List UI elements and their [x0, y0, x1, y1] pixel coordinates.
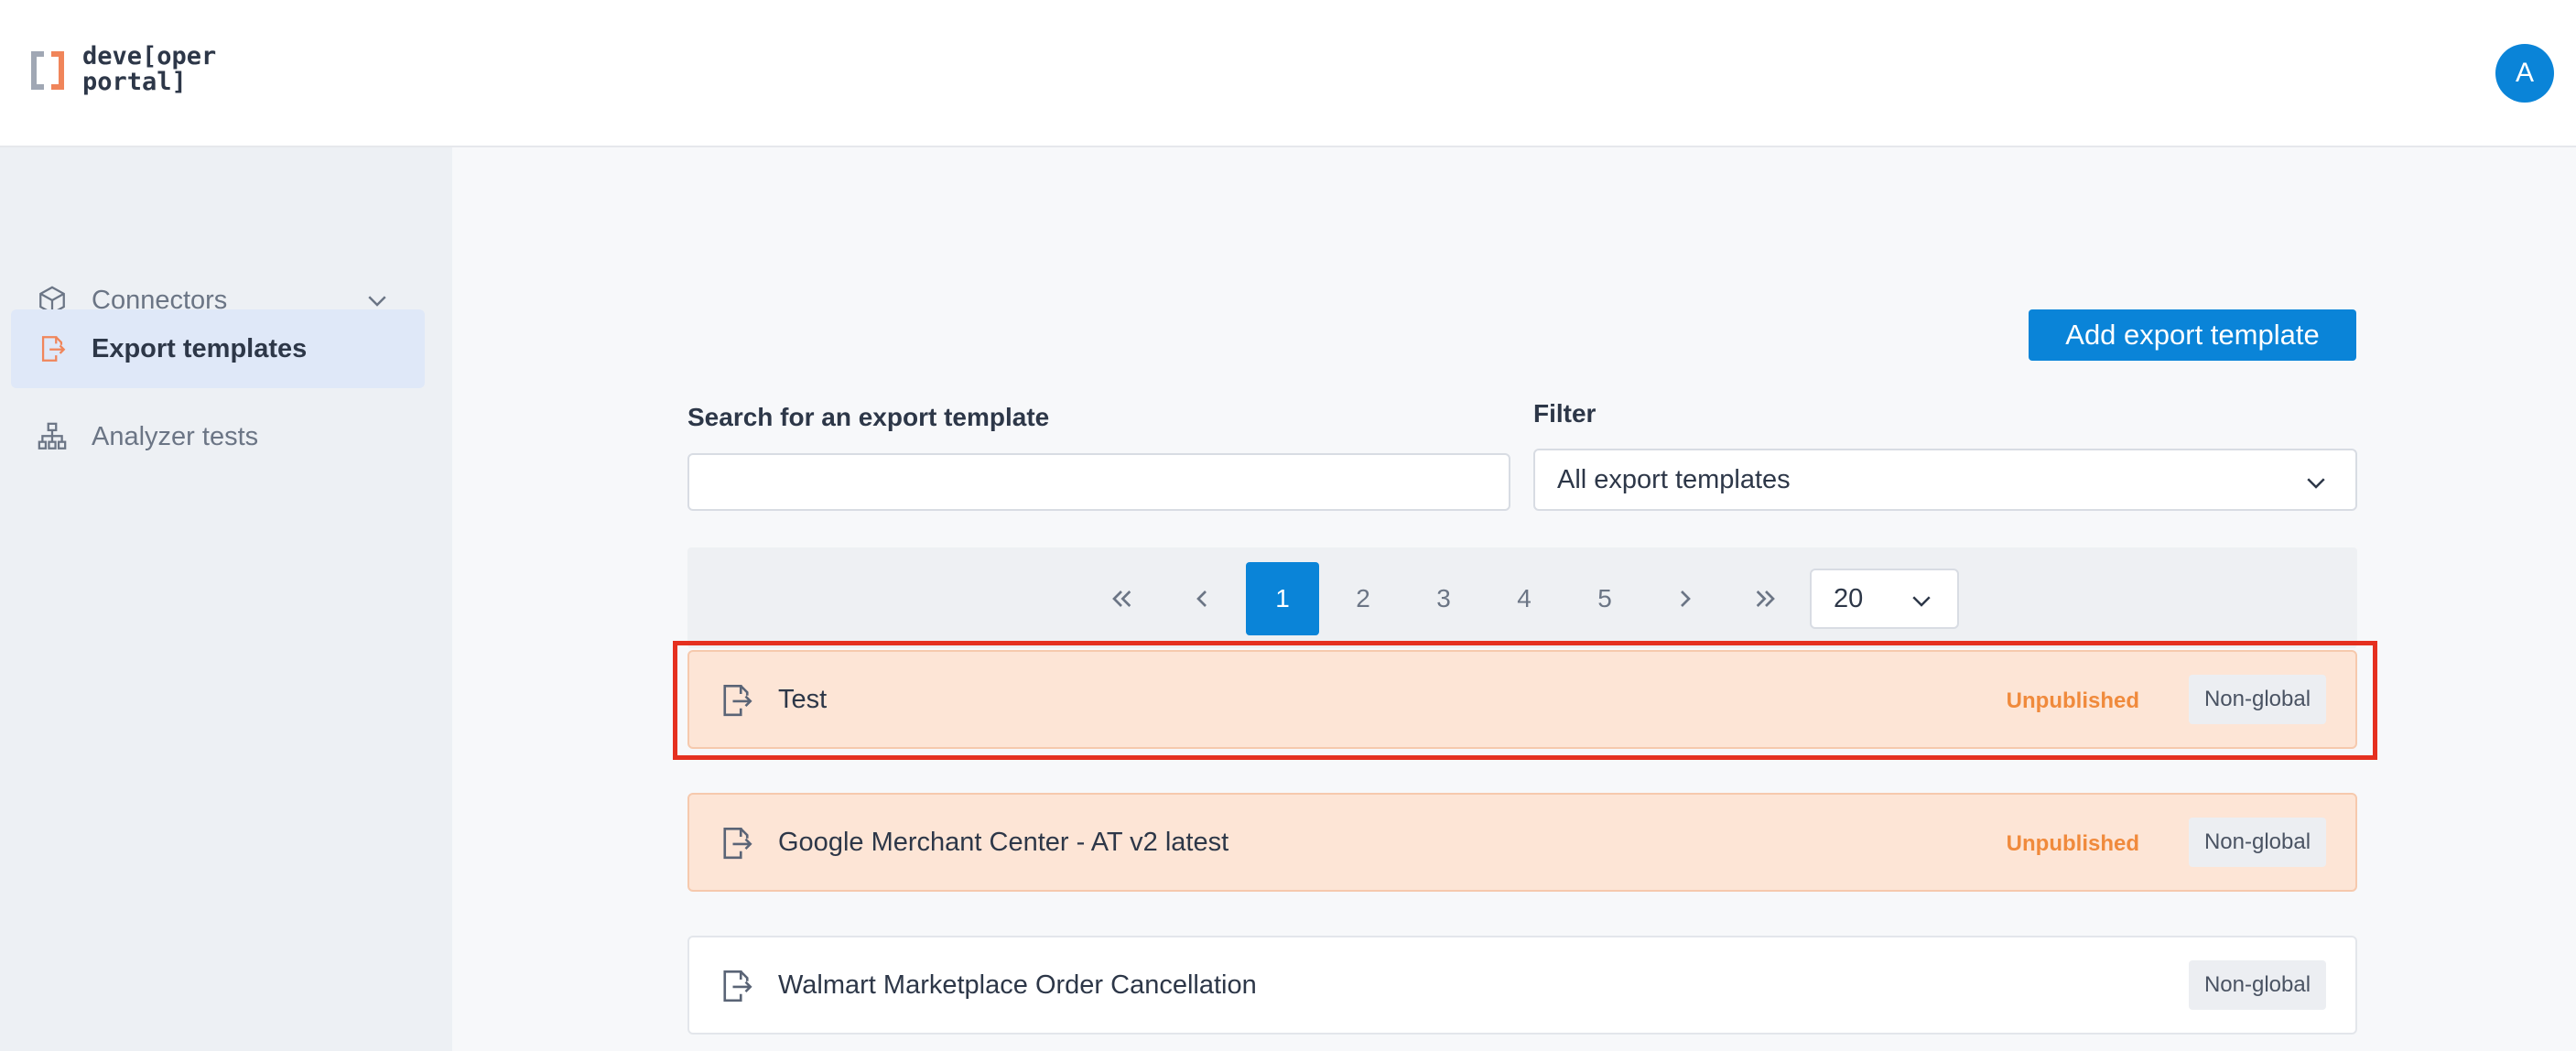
template-row[interactable]: Google Merchant Center - AT v2 latest Un… — [687, 793, 2357, 892]
template-name: Google Merchant Center - AT v2 latest — [778, 828, 1229, 857]
logo-line-2: portal] — [82, 68, 187, 96]
logo-text: deve[oper portal] — [82, 44, 216, 95]
highlight-box — [673, 641, 2377, 760]
avatar-initial: A — [2515, 58, 2534, 88]
chevron-left-icon — [1196, 591, 1207, 607]
double-chevron-right-icon — [1756, 591, 1775, 607]
page-button-1[interactable]: 1 — [1246, 562, 1319, 635]
status-unpublished: Unpublished — [2006, 831, 2139, 856]
filter-select[interactable]: All export templates — [1533, 449, 2357, 511]
top-header: deve[oper portal] A — [0, 0, 2576, 147]
page-button-4[interactable]: 4 — [1488, 562, 1561, 635]
last-page-button[interactable] — [1729, 562, 1802, 635]
page-button-5[interactable]: 5 — [1568, 562, 1641, 635]
filter-label: Filter — [1533, 399, 1596, 428]
user-avatar[interactable]: A — [2495, 44, 2554, 103]
developer-portal-logo[interactable]: deve[oper portal] — [31, 44, 216, 95]
sidebar: Connectors Export templates Analyzer tes… — [0, 147, 452, 1051]
chevron-down-icon — [1912, 596, 1931, 607]
chevron-down-icon — [2307, 478, 2325, 489]
first-page-button[interactable] — [1085, 562, 1158, 635]
previous-page-button[interactable] — [1165, 562, 1239, 635]
sidebar-item-export-templates[interactable]: Export templates — [11, 309, 425, 388]
page-button-2[interactable]: 2 — [1326, 562, 1400, 635]
chevron-right-icon — [1681, 591, 1691, 607]
search-label: Search for an export template — [687, 403, 1050, 431]
filter-selected-value: All export templates — [1557, 464, 1791, 494]
template-name: Walmart Marketplace Order Cancellation — [778, 970, 1257, 1000]
search-input[interactable] — [687, 453, 1510, 511]
logo-line-1: deve[oper — [82, 42, 217, 70]
export-file-icon — [723, 827, 752, 860]
sidebar-item-label: Export templates — [92, 333, 308, 363]
next-page-button[interactable] — [1649, 562, 1722, 635]
logo-bracket-icon — [31, 46, 68, 93]
add-export-template-button[interactable]: Add export template — [2029, 309, 2356, 361]
sitemap-icon — [38, 422, 67, 450]
double-chevron-left-icon — [1112, 591, 1131, 607]
page-button-3[interactable]: 3 — [1407, 562, 1480, 635]
per-page-value: 20 — [1834, 583, 1864, 613]
export-file-icon — [41, 336, 66, 362]
scope-badge: Non-global — [2189, 960, 2326, 1010]
sidebar-item-label: Analyzer tests — [92, 421, 259, 451]
per-page-select[interactable]: 20 — [1810, 569, 1959, 629]
export-file-icon — [723, 970, 752, 1002]
scope-badge: Non-global — [2189, 818, 2326, 867]
template-row[interactable]: Walmart Marketplace Order Cancellation N… — [687, 936, 2357, 1035]
sidebar-item-analyzer-tests[interactable]: Analyzer tests — [11, 397, 425, 476]
